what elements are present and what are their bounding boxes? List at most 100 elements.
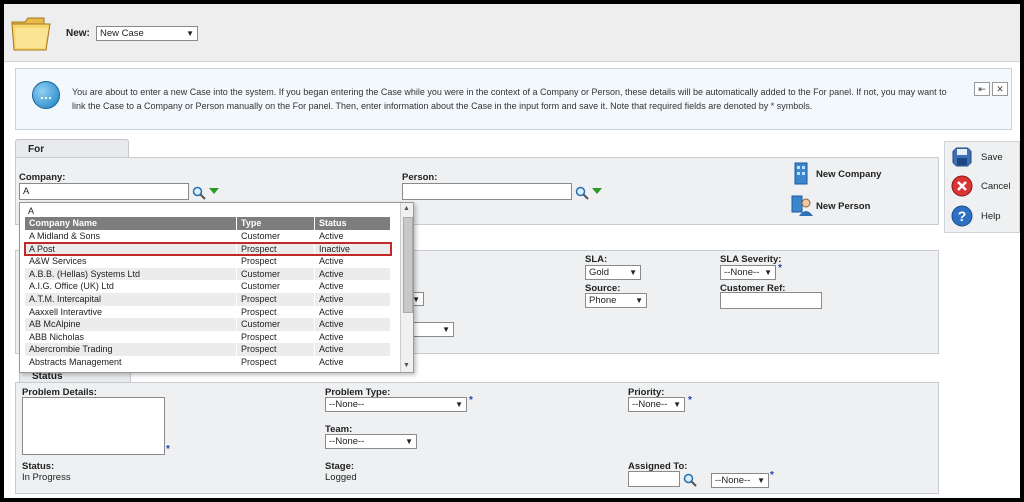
table-row[interactable]: Aaxxell Interavtive Prospect Active xyxy=(25,305,391,319)
table-row[interactable]: A.B.B. (Hellas) Systems Ltd Customer Activ… xyxy=(25,267,391,281)
cell-status: Active xyxy=(315,280,391,293)
dropdown-scrollbar[interactable]: ▲ ▼ xyxy=(400,203,413,372)
cell-name: Abstracts Management xyxy=(25,355,237,369)
table-header: Company Name Type Status xyxy=(25,217,391,230)
problem-type-select-value: --None-- xyxy=(329,399,365,410)
scroll-up-icon[interactable]: ▲ xyxy=(403,205,410,212)
source-select[interactable]: Phone ▼ xyxy=(585,293,647,308)
cancel-label: Cancel xyxy=(981,181,1011,192)
cell-type: Customer xyxy=(237,230,315,243)
assigned-to-select-value: --None-- xyxy=(715,475,751,486)
sla-severity-select[interactable]: --None-- ▼ xyxy=(720,265,776,280)
cell-name: AB McAlpine xyxy=(25,318,237,331)
required-marker: * xyxy=(688,395,692,406)
cell-name: A&W Services xyxy=(25,255,237,268)
person-input[interactable] xyxy=(402,183,572,200)
new-person-link[interactable]: New Person xyxy=(816,201,870,212)
cell-status: Active xyxy=(315,305,391,319)
help-label: Help xyxy=(981,211,1001,222)
cell-status: Active xyxy=(315,292,391,306)
required-marker: * xyxy=(770,470,774,481)
scroll-thumb[interactable] xyxy=(403,217,413,313)
table-row[interactable]: A Post Prospect Inactive xyxy=(24,241,392,257)
cell-status: Active xyxy=(315,230,391,243)
new-type-select-value: New Case xyxy=(100,28,144,39)
person-icon xyxy=(791,195,813,216)
collapse-icon[interactable]: ⇤ xyxy=(974,82,990,96)
save-button[interactable]: Save xyxy=(951,146,1020,170)
company-input[interactable]: A xyxy=(19,183,189,200)
save-icon xyxy=(952,147,972,167)
info-banner: … You are about to enter a new Case into… xyxy=(15,68,1012,130)
table-row[interactable]: AB McAlpine Customer Active xyxy=(25,318,391,331)
table-row[interactable]: Abstracts Management Prospect Active xyxy=(25,355,391,369)
new-label: New: xyxy=(66,28,90,39)
new-company-link[interactable]: New Company xyxy=(816,169,881,180)
top-bar: New: New Case ▼ xyxy=(4,4,1020,62)
cell-name: A Midland & Sons xyxy=(25,230,237,243)
cell-name: Abercrombie Trading xyxy=(25,343,237,356)
stage-value: Logged xyxy=(325,472,357,483)
sla-select[interactable]: Gold ▼ xyxy=(585,265,641,280)
cell-name: A Post xyxy=(25,242,237,256)
problem-type-select[interactable]: --None-- ▼ xyxy=(325,397,467,412)
cell-type: Customer xyxy=(237,318,315,331)
header-company-name: Company Name xyxy=(25,217,237,230)
chevron-down-icon: ▼ xyxy=(629,268,637,277)
status-value: In Progress xyxy=(22,472,71,483)
cell-type: Prospect xyxy=(237,355,315,369)
info-text: You are about to enter a new Case into t… xyxy=(72,87,947,111)
scroll-down-icon[interactable]: ▼ xyxy=(403,362,410,369)
cell-type: Prospect xyxy=(237,292,315,306)
sla-severity-label: SLA Severity: xyxy=(720,254,782,265)
table-row[interactable]: ABB Nicholas Prospect Active xyxy=(25,330,391,344)
table-row[interactable]: A.T.M. Intercapital Prospect Active xyxy=(25,292,391,306)
person-label: Person: xyxy=(402,172,438,183)
new-type-select[interactable]: New Case ▼ xyxy=(96,26,198,41)
person-dropdown-icon[interactable] xyxy=(592,188,602,194)
hidden-select-2[interactable]: ▼ xyxy=(410,322,454,337)
table-row[interactable]: A Midland & Sons Customer Active xyxy=(25,230,391,243)
cell-type: Customer xyxy=(237,267,315,281)
help-button[interactable]: ? Help xyxy=(951,205,1020,229)
chat-info-icon: … xyxy=(32,81,60,109)
cell-name: Aaxxell Interavtive xyxy=(25,305,237,319)
action-sidebar: Save Cancel ? Help xyxy=(944,141,1020,233)
chevron-down-icon: ▼ xyxy=(673,400,681,409)
header-status: Status xyxy=(315,217,391,230)
assigned-to-select[interactable]: --None-- ▼ xyxy=(711,473,769,488)
assigned-to-input[interactable] xyxy=(628,471,680,487)
problem-details-textarea[interactable] xyxy=(22,397,165,455)
cell-status: Active xyxy=(315,267,391,281)
sla-severity-select-value: --None-- xyxy=(724,267,760,278)
cell-type: Prospect xyxy=(237,343,315,356)
folder-icon xyxy=(11,17,51,51)
tab-for[interactable]: For xyxy=(15,139,129,159)
customer-ref-input[interactable] xyxy=(720,292,822,309)
status-label: Status: xyxy=(22,461,55,472)
chevron-down-icon: ▼ xyxy=(757,476,765,485)
header-type: Type xyxy=(237,217,315,230)
cell-type: Prospect xyxy=(237,255,315,268)
cell-name: ABB Nicholas xyxy=(25,330,237,344)
required-marker: * xyxy=(778,263,782,274)
search-icon[interactable] xyxy=(192,186,206,200)
cell-status: Active xyxy=(315,355,391,369)
cancel-button[interactable]: Cancel xyxy=(951,175,1020,199)
company-dropdown-icon[interactable] xyxy=(209,188,219,194)
team-select[interactable]: --None-- ▼ xyxy=(325,434,417,449)
priority-select-value: --None-- xyxy=(632,399,668,410)
company-building-icon xyxy=(794,162,808,185)
save-label: Save xyxy=(981,152,1003,163)
required-marker: * xyxy=(469,395,473,406)
cell-status: Inactive xyxy=(315,242,391,256)
chevron-down-icon: ▼ xyxy=(186,29,194,38)
priority-select[interactable]: --None-- ▼ xyxy=(628,397,685,412)
sla-select-value: Gold xyxy=(589,267,610,278)
table-row[interactable]: Abercrombie Trading Prospect Active xyxy=(25,343,391,356)
search-icon[interactable] xyxy=(683,473,697,487)
table-row[interactable]: A.I.G. Office (UK) Ltd Customer Active xyxy=(25,280,391,293)
search-icon[interactable] xyxy=(575,186,589,200)
close-icon[interactable]: ✕ xyxy=(992,82,1008,96)
table-row[interactable]: A&W Services Prospect Active xyxy=(25,255,391,268)
